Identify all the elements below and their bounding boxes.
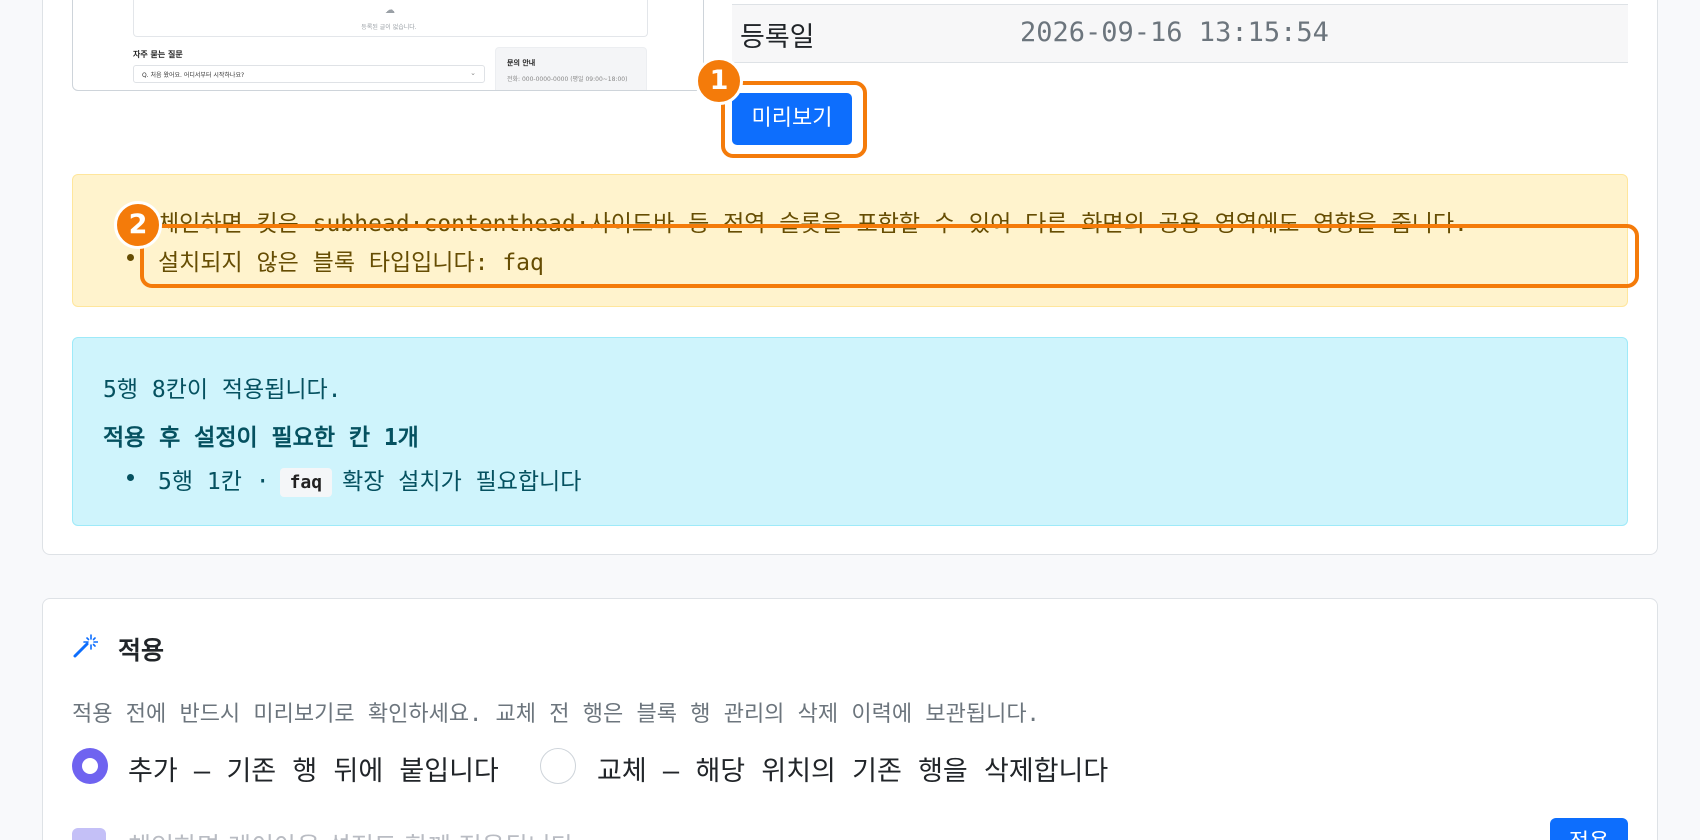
thumbnail-contact-box: 문의 안내 전화: 000-0000-0000 (평일 09:00~18:00) xyxy=(495,47,647,90)
apply-button[interactable]: 적용 xyxy=(1550,818,1628,840)
annotation-badge-2: 2 xyxy=(114,201,162,249)
radio-replace[interactable] xyxy=(540,748,576,784)
apply-section-title: 적용 xyxy=(118,636,165,665)
chevron-down-icon: ⌄ xyxy=(470,69,476,77)
radio-add[interactable] xyxy=(72,748,108,784)
layout-thumbnail: ☁ 등록된 글이 없습니다. 자주 묻는 질문 Q. 처음 왔어요. 어디서부터… xyxy=(72,0,704,91)
bullet xyxy=(127,474,134,481)
apply-help-text: 적용 전에 반드시 미리보기로 확인하세요. 교체 전 행은 블록 행 관리의 … xyxy=(72,702,1040,727)
info-list-item: 5행 1칸 · faq 확장 설치가 필요합니다 xyxy=(158,468,582,497)
thumbnail-faq-title: 자주 묻는 질문 xyxy=(133,50,183,59)
annotation-badge-1: 1 xyxy=(695,57,743,105)
thumbnail-empty-text: 등록된 글이 없습니다. xyxy=(361,24,417,31)
highlight-box-preview xyxy=(721,81,867,158)
thumbnail-contact-phone: 전화: 000-0000-0000 (평일 09:00~18:00) xyxy=(507,76,628,83)
apply-layout-checkbox[interactable] xyxy=(72,828,106,840)
thumbnail-contact-title: 문의 안내 xyxy=(507,59,536,67)
registered-date-label: 등록일 xyxy=(740,22,815,53)
info-summary: 5행 8칸이 적용됩니다. xyxy=(103,377,342,403)
info-heading: 적용 후 설정이 필요한 칸 1개 xyxy=(103,425,419,451)
registered-date-value: 2026-09-16 13:15:54 xyxy=(1020,17,1329,48)
radio-add-label[interactable]: 추가 — 기존 행 뒤에 붙입니다 xyxy=(128,749,499,788)
thumbnail-faq-question: Q. 처음 왔어요. 어디서부터 시작하나요? ⌄ xyxy=(133,65,485,83)
bullet xyxy=(127,254,134,261)
radio-replace-label[interactable]: 교체 — 해당 위치의 기존 행을 삭제합니다 xyxy=(597,749,1108,788)
cloud-icon: ☁ xyxy=(385,5,395,16)
apply-layout-checkbox-label[interactable]: 체인하면 레이아웃 설정도 함께 적용됩니다 xyxy=(128,827,574,840)
magic-wand-icon xyxy=(73,634,98,658)
highlight-box-warning xyxy=(140,224,1639,288)
block-type-code: faq xyxy=(279,468,333,497)
